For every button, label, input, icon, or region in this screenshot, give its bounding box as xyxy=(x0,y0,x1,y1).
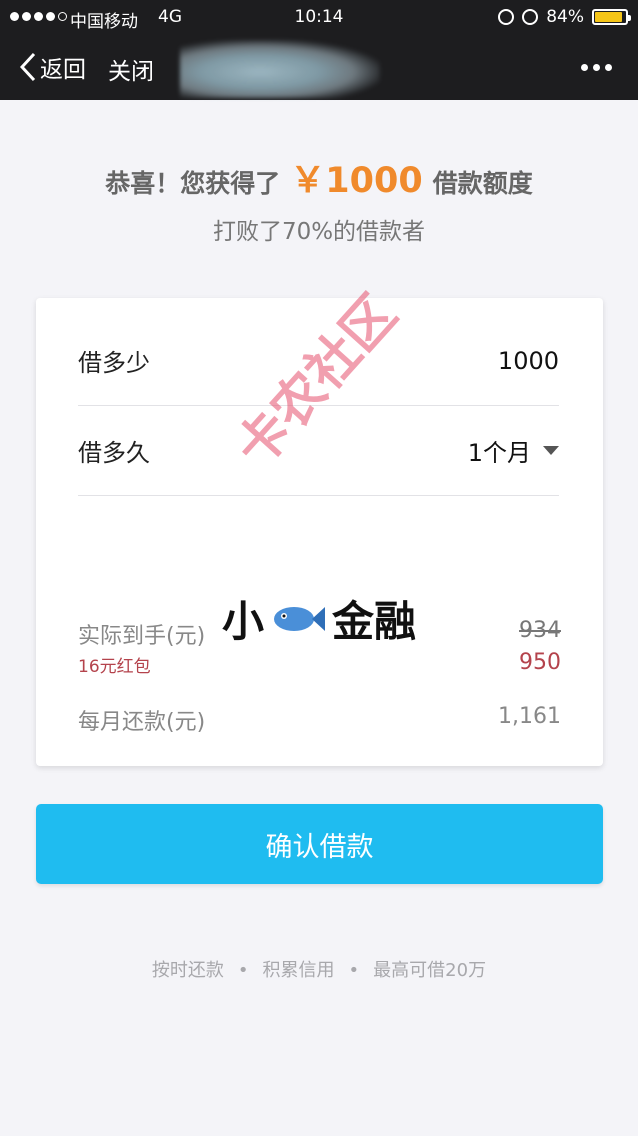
status-right: 84% xyxy=(498,7,631,27)
close-button[interactable]: 关闭 xyxy=(108,52,154,86)
rotation-lock-icon xyxy=(498,9,515,25)
page-title-redacted xyxy=(180,40,380,98)
footer-separator: • xyxy=(348,960,360,981)
brand-right: 金融 xyxy=(332,597,417,646)
fish-icon xyxy=(274,606,326,631)
status-bar: 中国移动 4G 10:14 84% xyxy=(0,0,638,36)
bonus-label: 16元红包 xyxy=(78,657,151,677)
term-label: 借多久 xyxy=(78,439,150,467)
confirm-loan-button[interactable]: 确认借款 xyxy=(36,804,603,884)
footer-item-1: 按时还款 xyxy=(151,960,224,981)
battery-icon xyxy=(592,9,631,25)
battery-percent: 84% xyxy=(546,7,584,27)
monthly-label: 每月还款(元) xyxy=(78,710,206,735)
footer-tagline: 按时还款 • 积累信用 • 最高可借20万 xyxy=(0,956,638,982)
term-select[interactable]: 1个月 xyxy=(468,433,559,468)
chevron-left-icon xyxy=(20,52,36,82)
brand-left: 小 xyxy=(222,597,265,646)
back-label: 返回 xyxy=(40,57,86,83)
back-button[interactable]: 返回 xyxy=(20,50,86,84)
footer-item-3: 最高可借20万 xyxy=(373,960,487,981)
credit-headline: 恭喜！您获得了 ￥1000 借款额度 xyxy=(0,152,638,203)
ranking-text: 打败了70%的借款者 xyxy=(212,219,426,245)
received-original: 934 xyxy=(519,618,561,643)
nav-bar: 返回 关闭 xyxy=(0,36,638,100)
amount-input[interactable]: 1000 xyxy=(498,347,559,375)
brand-watermark: 小 金融 xyxy=(222,588,416,649)
headline-prefix: 恭喜！您获得了 xyxy=(105,169,281,198)
footer-separator: • xyxy=(237,960,249,981)
footer-item-2: 积累信用 xyxy=(262,960,335,981)
monthly-value: 1,161 xyxy=(498,704,561,729)
more-icon[interactable] xyxy=(581,52,612,71)
received-value: 950 xyxy=(519,650,561,675)
caret-down-icon xyxy=(543,446,559,455)
headline-suffix: 借款额度 xyxy=(432,169,533,198)
credit-amount: ￥1000 xyxy=(290,161,423,201)
received-label: 实际到手(元) xyxy=(78,624,206,649)
alarm-icon xyxy=(522,9,539,25)
amount-label: 借多少 xyxy=(78,349,150,377)
term-value: 1个月 xyxy=(467,439,531,467)
